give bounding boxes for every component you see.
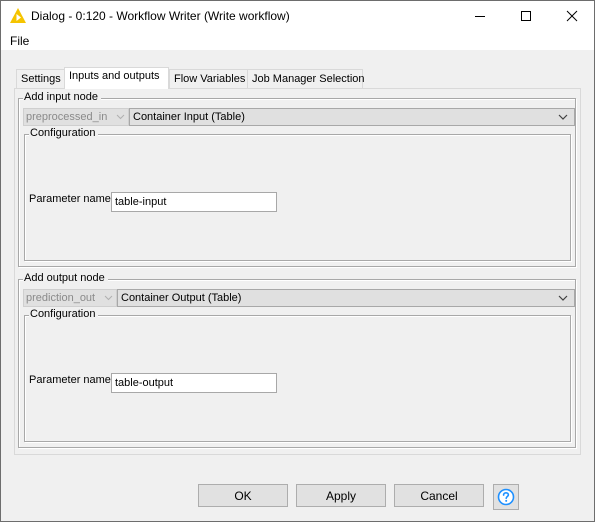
tab-flow-variables[interactable]: Flow Variables: [169, 69, 248, 88]
maximize-icon: [521, 11, 531, 21]
cancel-button[interactable]: Cancel: [394, 484, 484, 507]
output-parameter-name-field[interactable]: [111, 373, 277, 393]
maximize-button[interactable]: [503, 1, 549, 31]
output-node-type-combo[interactable]: Container Output (Table): [117, 289, 575, 307]
input-parameter-name-label: Parameter name: [29, 193, 111, 205]
tab-panel-inputs-and-outputs: Add input node preprocessed_in Container…: [14, 88, 581, 455]
dialog-window: Dialog - 0:120 - Workflow Writer (Write …: [0, 0, 595, 522]
tab-settings[interactable]: Settings: [16, 69, 65, 88]
apply-button[interactable]: Apply: [296, 484, 386, 507]
close-icon: [566, 10, 578, 22]
ok-button[interactable]: OK: [198, 484, 288, 507]
input-port-value: preprocessed_in: [26, 111, 108, 123]
output-configuration-legend: Configuration: [29, 308, 99, 320]
input-node-type-combo[interactable]: Container Input (Table): [129, 108, 575, 126]
window-title: Dialog - 0:120 - Workflow Writer (Write …: [31, 9, 290, 23]
add-input-node-group: Add input node preprocessed_in Container…: [18, 91, 576, 267]
input-node-type-value: Container Input (Table): [133, 111, 245, 123]
tab-job-manager-selection[interactable]: Job Manager Selection: [247, 69, 365, 88]
tab-inputs-and-outputs[interactable]: Inputs and outputs: [64, 67, 169, 89]
help-button[interactable]: [493, 484, 519, 510]
input-configuration-group: Configuration Parameter name: [24, 127, 571, 261]
output-node-type-value: Container Output (Table): [121, 292, 242, 304]
input-configuration-legend: Configuration: [29, 127, 99, 139]
add-output-node-legend: Add output node: [23, 272, 108, 284]
close-button[interactable]: [549, 1, 595, 31]
knime-warning-triangle-icon: [10, 8, 26, 23]
minimize-icon: [475, 16, 485, 17]
chevron-down-icon: [116, 114, 125, 120]
chevron-down-icon: [558, 295, 568, 301]
input-parameter-name-field[interactable]: [111, 192, 277, 212]
menu-bar: File: [1, 31, 594, 50]
output-port-value: prediction_out: [26, 292, 96, 304]
title-bar: Dialog - 0:120 - Workflow Writer (Write …: [1, 1, 594, 31]
minimize-button[interactable]: [457, 1, 503, 31]
chevron-down-icon: [558, 114, 568, 120]
output-port-combo: prediction_out: [23, 289, 117, 307]
menu-file[interactable]: File: [10, 34, 29, 48]
output-configuration-group: Configuration Parameter name: [24, 308, 571, 442]
add-output-node-group: Add output node prediction_out Container…: [18, 272, 576, 448]
chevron-down-icon: [104, 295, 113, 301]
question-circle-icon: [497, 488, 515, 506]
output-parameter-name-label: Parameter name: [29, 374, 111, 386]
input-port-combo: preprocessed_in: [23, 108, 129, 126]
add-input-node-legend: Add input node: [23, 91, 102, 103]
